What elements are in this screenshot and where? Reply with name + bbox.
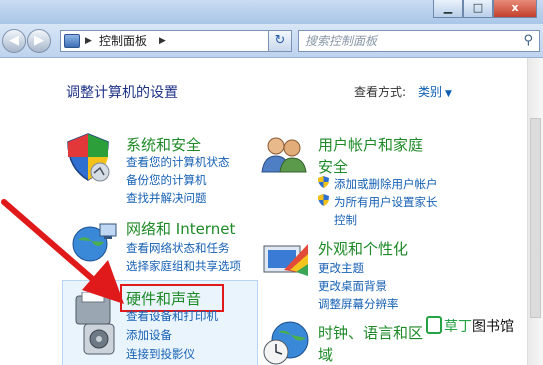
link-devices-printers[interactable]: 查看设备和打印机 bbox=[126, 308, 218, 324]
view-by-label: 查看方式: bbox=[354, 85, 407, 99]
scrollbar-thumb[interactable] bbox=[530, 118, 541, 318]
link-connect-projector[interactable]: 连接到投影仪 bbox=[126, 346, 195, 362]
maximize-button[interactable]: □ bbox=[463, 0, 493, 18]
control-panel-icon bbox=[64, 34, 80, 48]
main-content: 调整计算机的设置 查看方式: 类别 ▼ 系统和安全 查看您的计算机状态 备份您的计… bbox=[0, 58, 543, 365]
forward-button[interactable]: ▶ bbox=[27, 29, 51, 53]
red-arrow-annotation bbox=[1, 199, 124, 304]
chevron-right-icon[interactable]: ▶ bbox=[159, 31, 166, 51]
link-adjust-resolution[interactable]: 调整屏幕分辨率 bbox=[318, 296, 399, 312]
uac-shield-icon bbox=[318, 194, 329, 206]
back-arrow-icon: ◀ bbox=[9, 33, 19, 48]
category-system-security-title[interactable]: 系统和安全 bbox=[126, 134, 201, 155]
link-view-computer-status[interactable]: 查看您的计算机状态 bbox=[126, 154, 230, 170]
refresh-icon: ↻ bbox=[274, 33, 286, 48]
search-input[interactable]: 搜索控制面板 ⚲ bbox=[298, 30, 540, 52]
window-controls: ▁ □ x bbox=[433, 0, 537, 18]
category-network-internet-title[interactable]: 网络和 Internet bbox=[126, 218, 235, 239]
back-button[interactable]: ◀ bbox=[2, 29, 26, 53]
view-by-dropdown[interactable]: 类别 ▼ bbox=[418, 83, 452, 100]
link-parental-controls-cont[interactable]: 控制 bbox=[334, 212, 357, 228]
link-homegroup-sharing[interactable]: 选择家庭组和共享选项 bbox=[126, 258, 241, 274]
minimize-button[interactable]: ▁ bbox=[433, 0, 463, 18]
clock-globe-icon bbox=[263, 321, 309, 365]
link-backup-computer[interactable]: 备份您的计算机 bbox=[126, 172, 207, 188]
close-button[interactable]: x bbox=[493, 0, 537, 18]
watermark-text: 草丁图书馆 bbox=[444, 319, 514, 335]
appearance-palette-icon bbox=[263, 244, 308, 276]
category-appearance-title[interactable]: 外观和个性化 bbox=[318, 238, 408, 259]
chevron-right-icon[interactable]: ▶ bbox=[85, 31, 92, 51]
security-shield-icon bbox=[67, 133, 110, 182]
page-title: 调整计算机的设置 bbox=[66, 85, 178, 101]
forward-arrow-icon: ▶ bbox=[34, 33, 44, 48]
users-icon bbox=[261, 137, 307, 173]
link-change-desktop-background[interactable]: 更改桌面背景 bbox=[318, 278, 387, 294]
watermark-logo-icon bbox=[426, 316, 442, 334]
category-clock-language-title[interactable]: 时钟、语言和区 域 bbox=[318, 322, 423, 365]
address-bar[interactable]: ▶ 控制面板 ▶ ▼ bbox=[60, 30, 290, 52]
breadcrumb-control-panel[interactable]: 控制面板 bbox=[99, 31, 147, 51]
navigation-bar: ◀ ▶ ▶ 控制面板 ▶ ▼ ↻ 搜索控制面板 ⚲ bbox=[0, 24, 543, 58]
window-titlebar: ▁ □ x bbox=[0, 0, 543, 24]
link-network-status[interactable]: 查看网络状态和任务 bbox=[126, 240, 230, 256]
link-parental-controls[interactable]: 为所有用户设置家长 bbox=[334, 194, 438, 210]
uac-shield-icon bbox=[318, 176, 329, 188]
link-add-remove-users[interactable]: 添加或删除用户帐户 bbox=[334, 176, 438, 192]
dropdown-arrow-icon: ▼ bbox=[445, 89, 452, 99]
search-placeholder: 搜索控制面板 bbox=[305, 34, 378, 48]
hardware-sound-title-text: 硬件和声音 bbox=[126, 290, 202, 308]
vertical-scrollbar[interactable] bbox=[527, 58, 543, 365]
link-change-theme[interactable]: 更改主题 bbox=[318, 260, 364, 276]
category-user-accounts-title[interactable]: 用户帐户和家庭 安全 bbox=[318, 134, 423, 178]
link-add-device[interactable]: 添加设备 bbox=[126, 327, 172, 343]
refresh-button[interactable]: ↻ bbox=[268, 30, 292, 52]
search-icon[interactable]: ⚲ bbox=[523, 31, 533, 51]
link-find-fix-problems[interactable]: 查找并解决问题 bbox=[126, 190, 207, 206]
